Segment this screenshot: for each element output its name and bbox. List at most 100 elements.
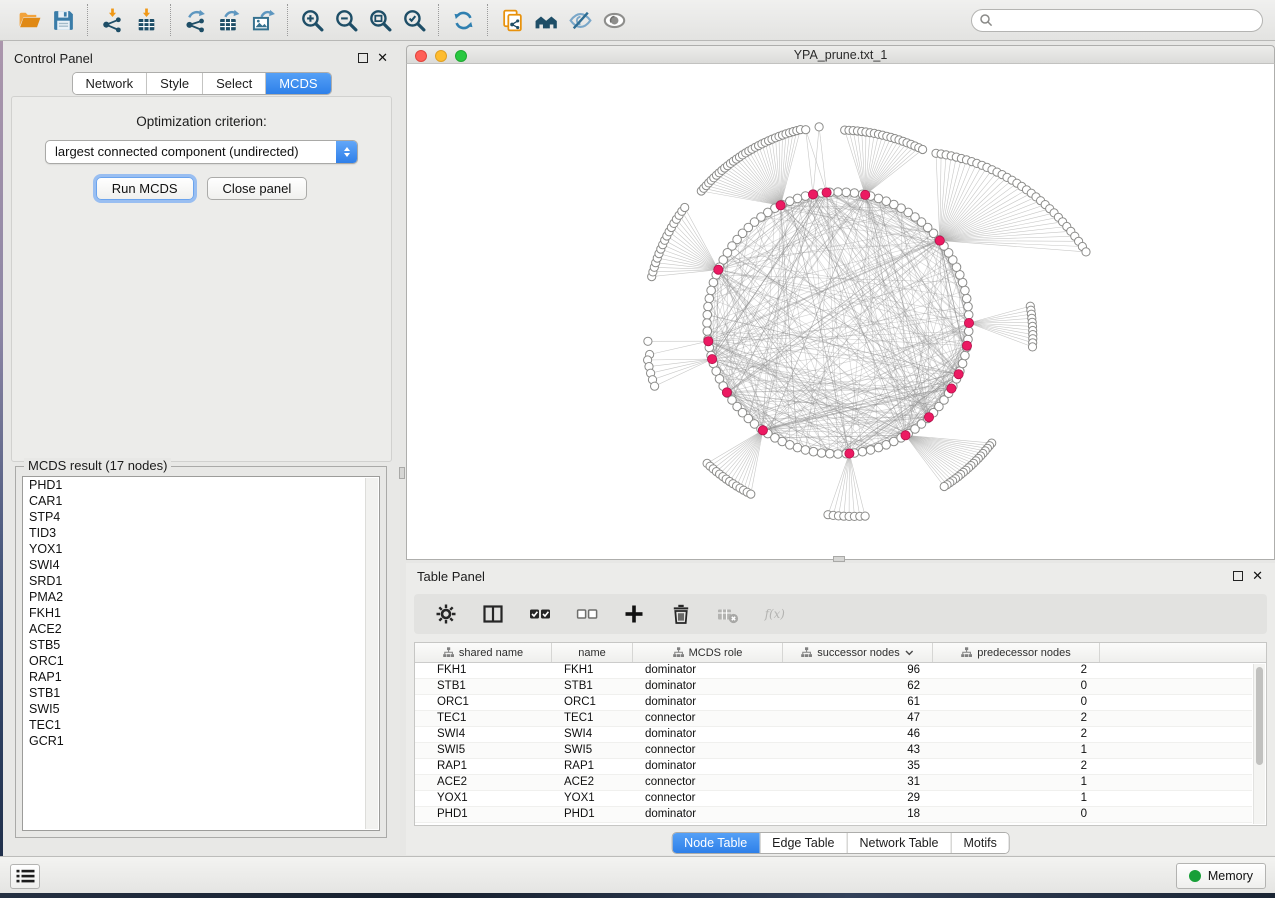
column-header-successor-nodes[interactable]: successor nodes — [783, 643, 933, 662]
import-table-button[interactable] — [129, 3, 163, 37]
minimize-window-icon[interactable] — [435, 50, 447, 62]
tab-select[interactable]: Select — [202, 73, 265, 94]
column-header-name[interactable]: name — [552, 643, 633, 662]
table-row[interactable]: YOX1YOX1connector291 — [415, 791, 1252, 807]
deselect-all-rows-button[interactable] — [575, 602, 599, 626]
mcds-result-item[interactable]: STB5 — [23, 637, 379, 653]
run-mcds-button[interactable]: Run MCDS — [96, 177, 194, 200]
show-all-button[interactable] — [597, 3, 631, 37]
duplicate-network-button[interactable] — [495, 3, 529, 37]
mcds-result-item[interactable]: TID3 — [23, 525, 379, 541]
function-builder-button[interactable]: f(x) — [763, 602, 787, 626]
float-panel-icon[interactable] — [358, 53, 368, 63]
refresh-button[interactable] — [446, 3, 480, 37]
tab-network[interactable]: Network — [72, 73, 146, 94]
export-table-button[interactable] — [212, 3, 246, 37]
toolbar-separator — [438, 4, 439, 36]
toolbar-separator — [87, 4, 88, 36]
add-column-button[interactable] — [622, 602, 646, 626]
search-input[interactable] — [971, 9, 1263, 32]
sort-descending-icon — [905, 650, 914, 656]
close-window-icon[interactable] — [415, 50, 427, 62]
table-scrollbar-thumb[interactable] — [1256, 667, 1263, 765]
svg-text:f(x): f(x) — [764, 607, 785, 621]
close-panel-icon[interactable]: ✕ — [377, 49, 388, 67]
tab-edge-table[interactable]: Edge Table — [759, 833, 846, 853]
task-list-icon — [16, 869, 35, 884]
export-network-button[interactable] — [178, 3, 212, 37]
cell-predecessor-nodes: 1 — [933, 775, 1100, 790]
table-settings-button[interactable] — [434, 602, 458, 626]
zoom-out-icon — [334, 8, 359, 33]
table-row[interactable]: TEC1TEC1connector472 — [415, 711, 1252, 727]
mcds-result-item[interactable]: CAR1 — [23, 493, 379, 509]
cell-predecessor-nodes: 2 — [933, 759, 1100, 774]
tab-network-table[interactable]: Network Table — [847, 833, 951, 853]
hide-selected-button[interactable] — [563, 3, 597, 37]
export-image-button[interactable] — [246, 3, 280, 37]
cell-shared-name: ACE2 — [415, 775, 552, 790]
table-row[interactable]: ORC1ORC1dominator610 — [415, 695, 1252, 711]
import-network-button[interactable] — [95, 3, 129, 37]
task-history-button[interactable] — [10, 864, 40, 889]
save-session-button[interactable] — [46, 3, 80, 37]
network-graph[interactable] — [407, 64, 1274, 558]
mcds-result-item[interactable]: ORC1 — [23, 653, 379, 669]
mcds-result-item[interactable]: ACE2 — [23, 621, 379, 637]
maximize-window-icon[interactable] — [455, 50, 467, 62]
float-panel-icon[interactable] — [1233, 571, 1243, 581]
table-panel-title: Table Panel — [417, 569, 485, 584]
open-file-button[interactable] — [12, 3, 46, 37]
mcds-result-item[interactable]: TEC1 — [23, 717, 379, 733]
memory-button[interactable]: Memory — [1176, 863, 1266, 889]
close-panel-icon[interactable]: ✕ — [1252, 567, 1263, 585]
optimization-criterion-select[interactable]: largest connected component (undirected) — [45, 140, 358, 164]
cell-shared-name: PHD1 — [415, 807, 552, 822]
column-header-predecessor-nodes[interactable]: predecessor nodes — [933, 643, 1100, 662]
table-panel-header: Table Panel ✕ — [406, 563, 1275, 589]
table-row[interactable]: RAP1RAP1dominator352 — [415, 759, 1252, 775]
tab-mcds[interactable]: MCDS — [265, 73, 330, 94]
zoom-fit-button[interactable] — [363, 3, 397, 37]
application-window: Control Panel ✕ NetworkStyleSelectMCDS O… — [0, 0, 1275, 898]
delete-table-button[interactable] — [716, 602, 740, 626]
select-all-rows-button[interactable] — [528, 602, 552, 626]
tab-node-table[interactable]: Node Table — [672, 833, 759, 853]
first-neighbors-button[interactable] — [529, 3, 563, 37]
mcds-result-item[interactable]: YOX1 — [23, 541, 379, 557]
tab-style[interactable]: Style — [146, 73, 202, 94]
table-scrollbar[interactable] — [1253, 664, 1265, 824]
mcds-result-item[interactable]: SWI5 — [23, 701, 379, 717]
close-panel-button[interactable]: Close panel — [207, 177, 308, 200]
mcds-result-item[interactable]: FKH1 — [23, 605, 379, 621]
vertical-splitter-handle[interactable] — [399, 467, 405, 479]
delete-columns-button[interactable] — [669, 602, 693, 626]
mcds-result-item[interactable]: SRD1 — [23, 573, 379, 589]
table-row[interactable]: STB1STB1dominator620 — [415, 679, 1252, 695]
zoom-selected-button[interactable] — [397, 3, 431, 37]
zoom-out-button[interactable] — [329, 3, 363, 37]
table-row[interactable]: SWI4SWI4dominator462 — [415, 727, 1252, 743]
horizontal-splitter-handle[interactable] — [833, 556, 845, 562]
table-row[interactable]: ACE2ACE2connector311 — [415, 775, 1252, 791]
mcds-result-item[interactable]: SWI4 — [23, 557, 379, 573]
table-row[interactable]: PHD1PHD1dominator180 — [415, 807, 1252, 823]
mcds-result-item[interactable]: STP4 — [23, 509, 379, 525]
zoom-in-button[interactable] — [295, 3, 329, 37]
column-header-mcds-role[interactable]: MCDS role — [633, 643, 783, 662]
mcds-result-item[interactable]: PMA2 — [23, 589, 379, 605]
column-manager-button[interactable] — [481, 602, 505, 626]
mcds-result-item[interactable]: RAP1 — [23, 669, 379, 685]
column-header-shared-name[interactable]: shared name — [415, 643, 552, 662]
mcds-result-item[interactable]: GCR1 — [23, 733, 379, 749]
tab-motifs[interactable]: Motifs — [950, 833, 1008, 853]
table-row[interactable]: SWI5SWI5connector431 — [415, 743, 1252, 759]
mcds-result-item[interactable]: PHD1 — [23, 477, 379, 493]
mcds-result-item[interactable]: STB1 — [23, 685, 379, 701]
table-row[interactable]: FKH1FKH1dominator962 — [415, 663, 1252, 679]
network-window-titlebar[interactable]: YPA_prune.txt_1 — [406, 45, 1275, 64]
desktop-background-strip — [0, 893, 1275, 898]
mcds-result-listbox: PHD1CAR1STP4TID3YOX1SWI4SRD1PMA2FKH1ACE2… — [22, 476, 380, 831]
network-canvas[interactable] — [406, 64, 1275, 560]
mcds-list-scrollbar[interactable] — [365, 478, 378, 829]
